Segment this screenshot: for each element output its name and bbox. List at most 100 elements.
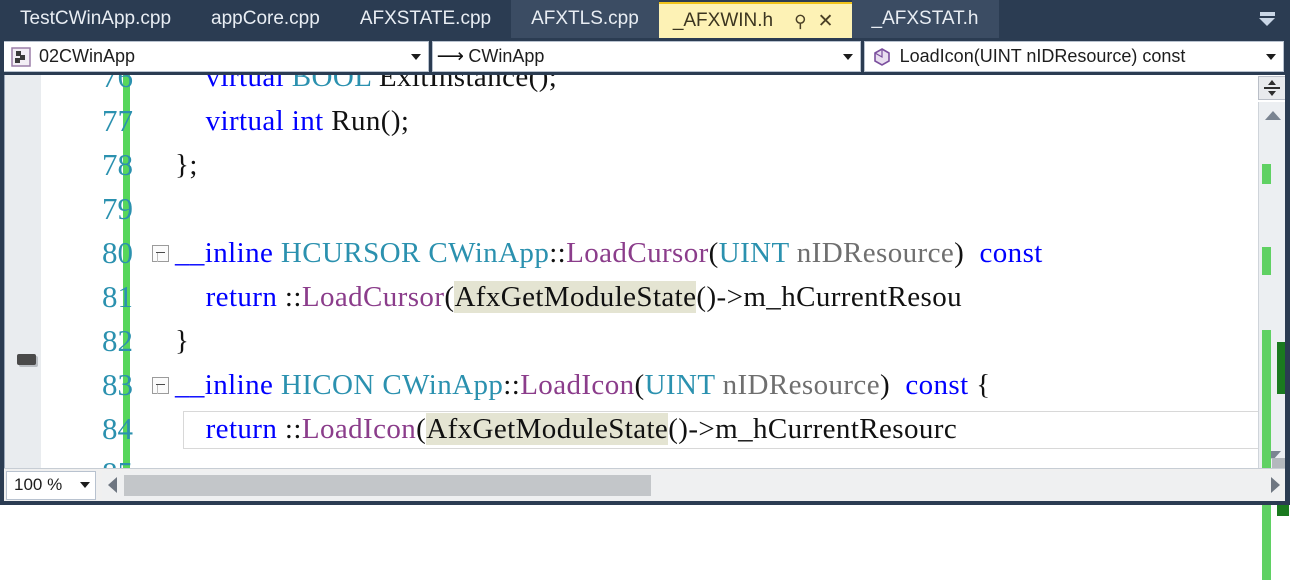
pin-icon[interactable]: ⚲ <box>787 13 813 30</box>
code-line-text: return ::LoadIcon(AfxGetModuleState()->m… <box>173 412 957 446</box>
code-line[interactable]: 79 <box>41 187 1285 231</box>
scrollbar-change-mark <box>1262 164 1271 184</box>
code-token: :: <box>503 368 521 401</box>
code-token: ( <box>708 236 719 269</box>
code-token: ) <box>879 368 906 401</box>
horizontal-scroll-track[interactable] <box>122 474 1265 496</box>
scroll-right-arrow-icon[interactable] <box>1265 471 1285 500</box>
tab-list-dropdown-icon[interactable] <box>1244 0 1290 38</box>
code-line[interactable]: 83 __inline HICON CWinApp::LoadIcon(UINT … <box>41 363 1285 407</box>
tab-label: _AFXWIN.h <box>672 10 774 31</box>
tab-appcore-cpp[interactable]: appCore.cpp <box>191 0 340 38</box>
code-token: ( <box>444 280 455 313</box>
fold-collapse-icon[interactable] <box>151 244 169 262</box>
code-token: return <box>205 412 278 445</box>
code-token: } <box>175 324 190 357</box>
scrollbar-change-mark <box>1262 330 1271 580</box>
chevron-down-icon[interactable] <box>836 53 860 60</box>
line-number: 82 <box>102 323 133 358</box>
horizontal-scrollbar[interactable] <box>102 470 1285 500</box>
code-line[interactable]: 80 __inline HCURSOR CWinApp::LoadCursor(U… <box>41 231 1285 275</box>
code-line-text: __inline HCURSOR CWinApp::LoadCursor(UIN… <box>173 237 1043 270</box>
fold-guideline <box>157 253 158 262</box>
fold-collapse-icon[interactable] <box>151 376 169 394</box>
tab-label: AFXTLS.cpp <box>531 8 639 29</box>
split-view-icon <box>1264 80 1280 96</box>
code-token: :: <box>284 280 302 313</box>
code-line-text: __inline HICON CWinApp::LoadIcon(UINT nI… <box>173 369 991 402</box>
code-line[interactable]: 77 virtual int Run(); <box>41 99 1285 143</box>
line-number: 77 <box>102 103 133 138</box>
code-token: ( <box>634 368 645 401</box>
tab-testcwinapp-cpp[interactable]: TestCWinApp.cpp <box>0 0 192 38</box>
code-line[interactable]: 78}; <box>41 143 1285 187</box>
tab-label: AFXSTATE.cpp <box>359 8 492 29</box>
highlighted-token: AfxGetModuleState <box>454 280 697 313</box>
zoom-level-value: 100 % <box>14 475 63 494</box>
code-token: CWinApp <box>428 236 550 269</box>
code-token: UINT <box>644 368 715 401</box>
code-fold-column[interactable] <box>147 376 173 394</box>
code-token: virtual <box>205 75 285 93</box>
horizontal-scrollbar-thumb[interactable] <box>124 474 651 496</box>
project-icon <box>10 46 32 68</box>
project-dropdown[interactable]: 02CWinApp <box>3 41 430 72</box>
code-line[interactable]: 85 <box>41 451 1285 468</box>
tab-afxstate-cpp[interactable]: AFXSTATE.cpp <box>339 0 512 38</box>
code-editor[interactable]: 76 virtual BOOL ExitInstance(); 77 virtua… <box>4 75 1285 468</box>
member-dropdown[interactable]: LoadIcon(UINT nIDResource) const <box>863 41 1284 72</box>
tab-afxwin-h[interactable]: _AFXWIN.h ⚲ ✕ <box>658 2 852 38</box>
tab-label: appCore.cpp <box>211 8 320 29</box>
code-token: LoadIcon <box>520 368 635 401</box>
code-token: ExitInstance(); <box>371 75 558 93</box>
split-view-button[interactable] <box>1258 76 1286 100</box>
chevron-down-icon[interactable] <box>1259 53 1283 60</box>
code-token: :: <box>284 412 302 445</box>
code-line[interactable]: 76 virtual BOOL ExitInstance(); <box>41 75 1285 99</box>
scroll-left-arrow-icon[interactable] <box>102 471 122 500</box>
code-token: nIDResource <box>796 236 955 269</box>
chevron-down-icon[interactable] <box>75 482 95 488</box>
code-token: LoadCursor <box>301 280 445 313</box>
highlighted-token: AfxGetModuleState <box>426 412 669 445</box>
navigation-bar: 02CWinApp ⟶ CWinApp LoadIcon(UINT nIDRes… <box>0 38 1290 75</box>
code-token: BOOL <box>291 75 372 93</box>
tab-afxtls-cpp[interactable]: AFXTLS.cpp <box>511 0 659 38</box>
code-text-area[interactable]: 76 virtual BOOL ExitInstance(); 77 virtua… <box>41 75 1285 468</box>
bookmark-glyph-icon[interactable] <box>17 354 36 365</box>
indicator-margin[interactable] <box>5 75 41 468</box>
class-dropdown[interactable]: ⟶ CWinApp <box>432 41 861 72</box>
tab-label: _AFXSTAT.h <box>871 8 979 29</box>
code-token: }; <box>175 148 198 181</box>
chevron-down-icon <box>1259 12 1275 26</box>
code-line[interactable]: 84 return ::LoadIcon(AfxGetModuleState()… <box>41 407 1285 451</box>
editor-bottom-bar: 100 % <box>4 468 1285 501</box>
code-line-text: } <box>173 325 189 358</box>
chevron-down-icon[interactable] <box>404 53 428 60</box>
close-icon[interactable]: ✕ <box>814 12 840 31</box>
code-token: const <box>979 236 1043 269</box>
class-dropdown-value: CWinApp <box>468 46 545 66</box>
tab-afxstat-h[interactable]: _AFXSTAT.h <box>851 0 999 38</box>
code-fold-column[interactable] <box>147 244 173 262</box>
window-bottom-edge <box>0 501 1290 505</box>
visual-studio-editor-window: TestCWinApp.cpp appCore.cpp AFXSTATE.cpp… <box>0 0 1290 580</box>
code-line[interactable]: 81 return ::LoadCursor(AfxGetModuleState… <box>41 275 1285 319</box>
code-token: virtual <box>205 104 285 137</box>
zoom-level-dropdown[interactable]: 100 % <box>6 470 96 500</box>
code-line-text: }; <box>173 149 198 182</box>
code-token: HICON <box>280 368 375 401</box>
code-line[interactable]: 82} <box>41 319 1285 363</box>
line-number: 85 <box>41 455 147 468</box>
code-line-text: return ::LoadCursor(AfxGetModuleState()-… <box>173 280 962 314</box>
code-token: const <box>905 368 969 401</box>
line-number: 84 <box>102 411 133 446</box>
tab-label: TestCWinApp.cpp <box>20 8 172 29</box>
